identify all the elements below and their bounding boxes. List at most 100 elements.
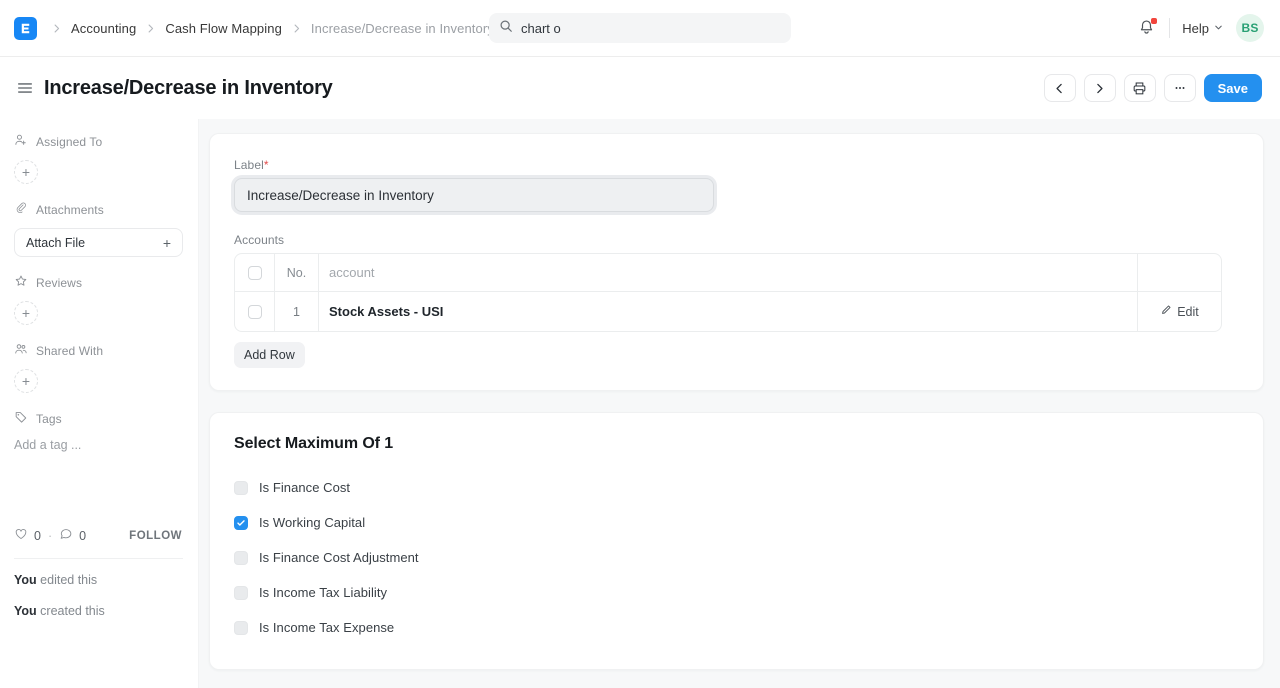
document-social-bar: 0 · 0 FOLLOW xyxy=(14,527,182,544)
page-body: Assigned To + Attachments Attach File + xyxy=(0,119,1280,688)
sidebar-divider xyxy=(14,558,183,559)
assigned-to-header: Assigned To xyxy=(14,133,182,150)
page-header-actions: Save xyxy=(1043,74,1262,102)
tags-header: Tags xyxy=(14,410,182,427)
checkbox-box[interactable] xyxy=(234,515,248,530)
add-review-button[interactable]: + xyxy=(14,301,38,325)
select-all-cell xyxy=(235,254,275,291)
notification-badge xyxy=(1151,18,1158,24)
hamburger-menu-icon[interactable] xyxy=(16,79,34,97)
label-field-label: Label* xyxy=(234,158,1239,172)
save-button[interactable]: Save xyxy=(1203,74,1262,102)
next-document-button[interactable] xyxy=(1083,74,1116,102)
add-tag-input[interactable]: Add a tag ... xyxy=(14,437,182,452)
row-edit-button[interactable]: Edit xyxy=(1138,292,1221,331)
grid-header-actions xyxy=(1138,254,1221,291)
paperclip-icon xyxy=(14,201,28,218)
pencil-icon xyxy=(1160,304,1172,319)
plus-icon: + xyxy=(162,234,171,251)
follow-button[interactable]: FOLLOW xyxy=(129,530,182,542)
row-account-value: Stock Assets - USI xyxy=(329,304,444,319)
attachments-header: Attachments xyxy=(14,201,182,218)
checkbox-box[interactable] xyxy=(234,480,248,495)
search-input[interactable] xyxy=(521,20,781,36)
add-share-button[interactable]: + xyxy=(14,369,38,393)
attach-file-label: Attach File xyxy=(26,235,86,250)
attach-file-button[interactable]: Attach File + xyxy=(14,228,183,257)
user-plus-icon xyxy=(14,133,28,150)
erpnext-logo-icon[interactable] xyxy=(14,16,37,40)
breadcrumb: Accounting Cash Flow Mapping Increase/De… xyxy=(51,21,494,36)
checkbox-box[interactable] xyxy=(234,620,248,635)
activity-edited: You edited this xyxy=(14,573,182,587)
row-account-cell[interactable]: Stock Assets - USI xyxy=(319,292,1138,331)
row-checkbox[interactable] xyxy=(247,304,262,319)
sidebar-section-shared-with: Shared With + xyxy=(14,342,182,393)
checkbox-is-income-tax-liability[interactable]: Is Income Tax Liability xyxy=(234,575,1239,610)
heart-icon[interactable] xyxy=(14,527,28,544)
sidebar: Assigned To + Attachments Attach File + xyxy=(0,119,199,688)
users-icon xyxy=(14,342,28,359)
social-separator: · xyxy=(47,528,53,543)
breadcrumb-item-accounting[interactable]: Accounting xyxy=(71,21,136,36)
column-header-account[interactable]: account xyxy=(319,254,1138,291)
navbar-right-actions: Help BS xyxy=(1137,14,1264,42)
checkbox-label: Is Income Tax Liability xyxy=(259,585,388,600)
ellipsis-icon[interactable] xyxy=(1163,74,1196,102)
row-number: 1 xyxy=(275,292,319,331)
breadcrumb-separator-icon xyxy=(51,23,62,34)
reviews-label: Reviews xyxy=(36,275,83,290)
prev-document-button[interactable] xyxy=(1043,74,1076,102)
activity-text: edited this xyxy=(40,573,98,587)
row-select-cell xyxy=(235,292,275,331)
activity-created: You created this xyxy=(14,604,182,618)
add-row-button[interactable]: Add Row xyxy=(234,342,305,368)
breadcrumb-separator-icon xyxy=(145,23,156,34)
add-assignment-button[interactable]: + xyxy=(14,160,38,184)
top-navbar: Accounting Cash Flow Mapping Increase/De… xyxy=(0,0,1280,57)
bell-icon[interactable] xyxy=(1137,18,1158,38)
tags-label: Tags xyxy=(36,411,62,426)
printer-icon[interactable] xyxy=(1123,74,1156,102)
reviews-header: Reviews xyxy=(14,274,182,291)
sidebar-section-tags: Tags Add a tag ... xyxy=(14,410,182,453)
activity-actor: You xyxy=(14,604,37,618)
search-box[interactable] xyxy=(489,13,791,43)
checkbox-box[interactable] xyxy=(234,550,248,565)
checkbox-is-finance-cost[interactable]: Is Finance Cost xyxy=(234,470,1239,505)
sidebar-section-reviews: Reviews + xyxy=(14,274,182,325)
breadcrumb-item-current: Increase/Decrease in Inventory xyxy=(310,20,494,36)
help-dropdown[interactable]: Help xyxy=(1182,21,1224,36)
search-icon xyxy=(499,19,513,38)
navbar-divider xyxy=(1169,18,1171,38)
avatar[interactable]: BS xyxy=(1236,14,1264,42)
checkbox-box[interactable] xyxy=(234,585,248,600)
label-input[interactable] xyxy=(234,178,714,212)
column-header-account-label: account xyxy=(329,265,375,280)
checkbox-label: Is Finance Cost Adjustment xyxy=(259,550,419,565)
details-card: Label* Accounts No. account xyxy=(209,133,1264,391)
comment-count: 0 xyxy=(79,528,87,543)
checkbox-is-income-tax-expense[interactable]: Is Income Tax Expense xyxy=(234,610,1239,645)
checkbox-is-working-capital[interactable]: Is Working Capital xyxy=(234,505,1239,540)
table-row[interactable]: 1 Stock Assets - USI Edit xyxy=(235,292,1221,331)
main-content: Label* Accounts No. account xyxy=(199,119,1280,688)
row-edit-label: Edit xyxy=(1177,304,1199,319)
comment-icon[interactable] xyxy=(59,527,73,544)
checkbox-label: Is Finance Cost xyxy=(259,480,351,495)
page-title: Increase/Decrease in Inventory xyxy=(44,76,333,99)
accounts-field-label: Accounts xyxy=(234,233,285,247)
like-count: 0 xyxy=(34,528,41,543)
checkbox-label: Is Income Tax Expense xyxy=(259,620,395,635)
global-search xyxy=(489,13,791,43)
activity-text: created this xyxy=(40,604,105,618)
help-label: Help xyxy=(1182,20,1209,36)
breadcrumb-item-cash-flow-mapping[interactable]: Cash Flow Mapping xyxy=(165,21,282,36)
activity-actor: You xyxy=(14,573,37,587)
checkbox-is-finance-cost-adjustment[interactable]: Is Finance Cost Adjustment xyxy=(234,540,1239,575)
column-header-no: No. xyxy=(275,254,319,291)
tag-icon xyxy=(14,410,28,427)
checkbox-label: Is Working Capital xyxy=(259,515,366,530)
select-all-checkbox[interactable] xyxy=(247,265,262,280)
label-text: Label xyxy=(234,158,264,172)
